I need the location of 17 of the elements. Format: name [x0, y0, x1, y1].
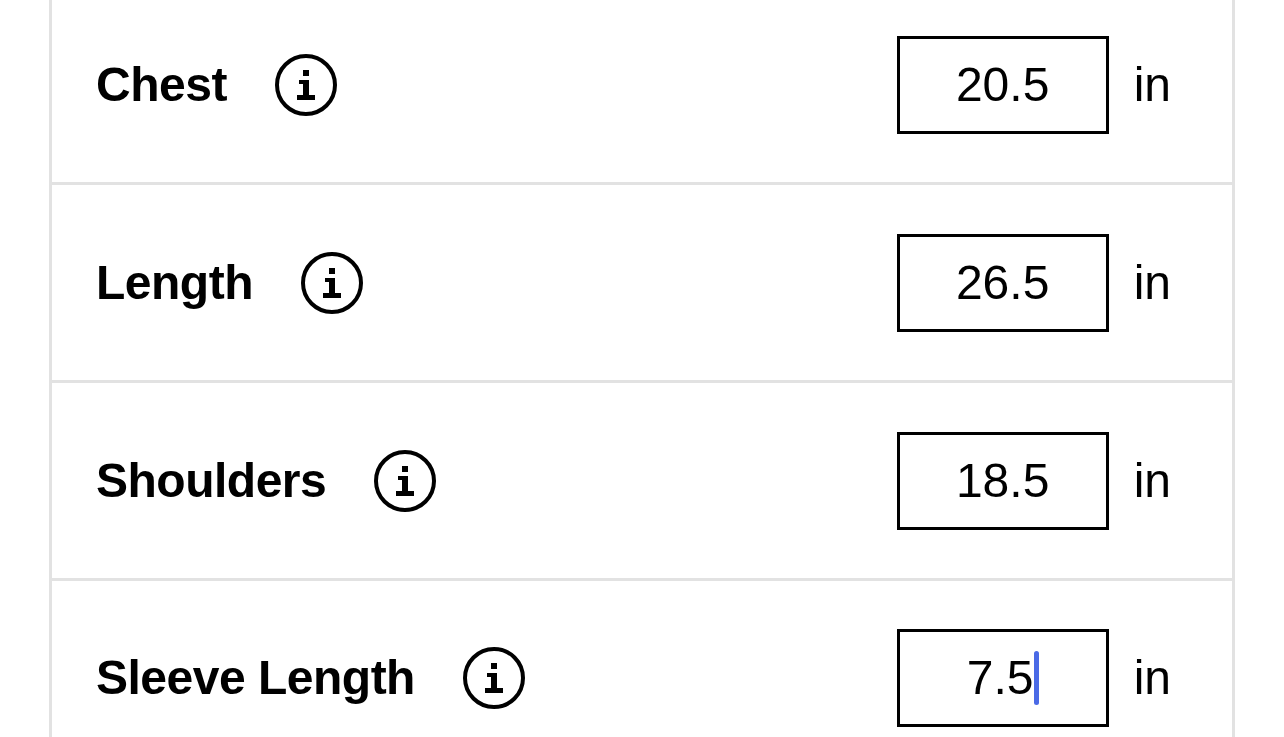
- input-field[interactable]: 7.5: [896, 629, 1109, 727]
- input-field[interactable]: 26.5: [896, 233, 1109, 332]
- info-icon[interactable]: [462, 647, 525, 709]
- info-icon[interactable]: [374, 449, 437, 512]
- input-field[interactable]: 20.5: [896, 35, 1109, 134]
- unit-label: in: [1133, 60, 1171, 109]
- unit-label: in: [1133, 654, 1171, 702]
- field-label: Length: [96, 258, 253, 307]
- text-cursor-icon: [1033, 651, 1039, 705]
- field-label: Chest: [96, 60, 227, 109]
- unit-label: in: [1133, 456, 1171, 505]
- input-field[interactable]: 18.5: [896, 431, 1109, 530]
- info-icon[interactable]: [274, 53, 337, 116]
- info-icon[interactable]: [300, 251, 363, 314]
- unit-label: in: [1133, 258, 1171, 307]
- field-label: Shoulders: [96, 456, 327, 505]
- field-label: Sleeve Length: [96, 654, 415, 702]
